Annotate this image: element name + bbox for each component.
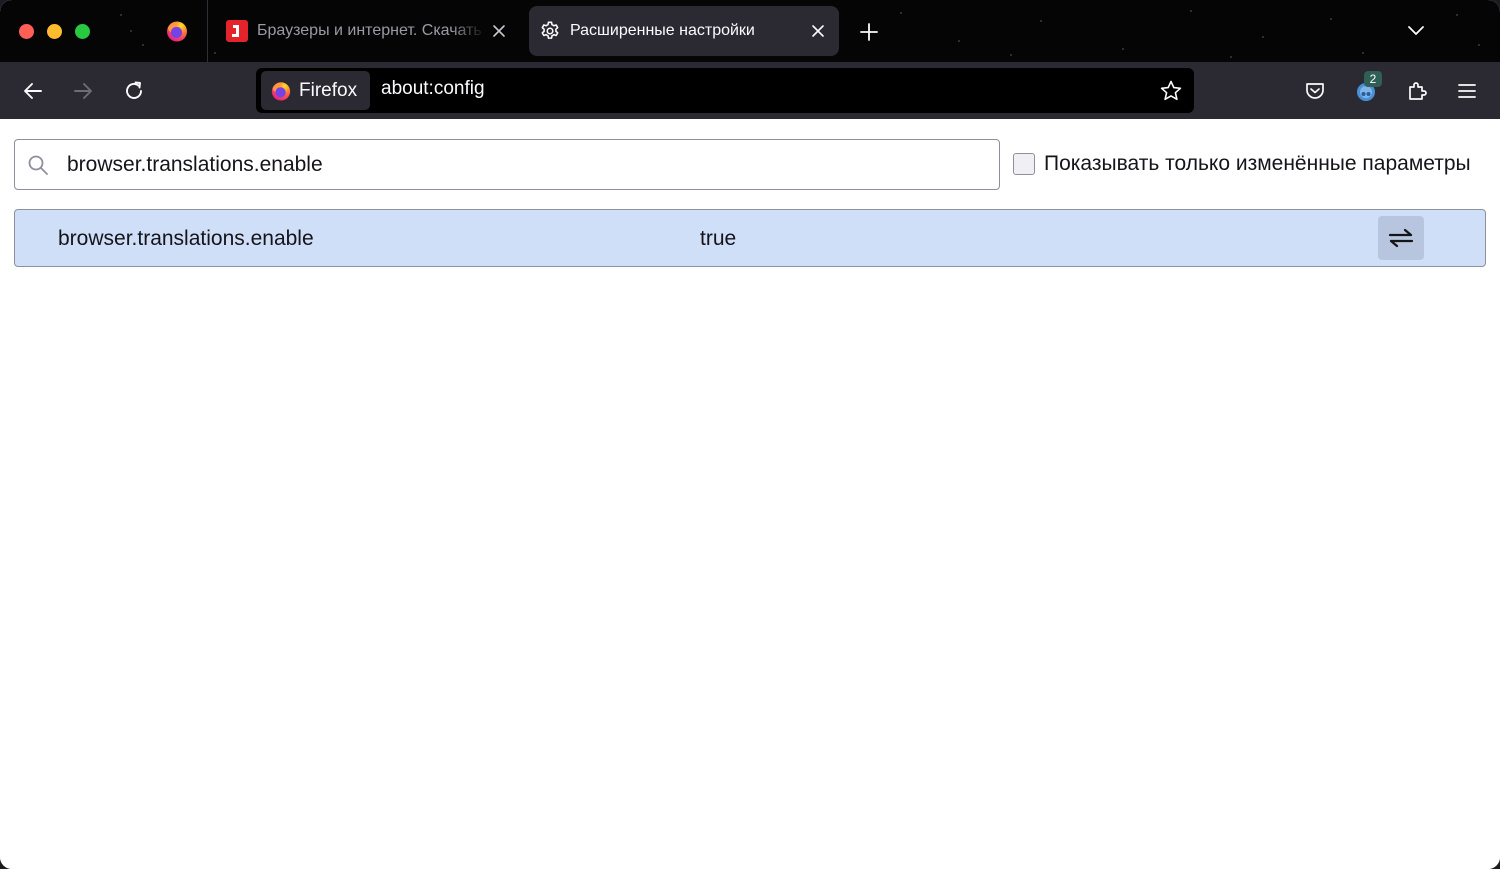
pref-row[interactable]: browser.translations.enable true xyxy=(14,209,1486,267)
plus-icon xyxy=(860,23,878,41)
window-minimize-button[interactable] xyxy=(47,24,62,39)
arrow-left-icon xyxy=(24,83,42,99)
tab-title: Браузеры и интернет. Скачать xyxy=(257,22,482,39)
window-maximize-button[interactable] xyxy=(75,24,90,39)
hamburger-menu-icon xyxy=(1458,84,1476,98)
addon-badge: 2 xyxy=(1364,71,1382,87)
extensions-button[interactable] xyxy=(1400,74,1434,108)
site-favicon-icon xyxy=(226,20,248,42)
close-icon[interactable] xyxy=(805,18,831,44)
search-value: browser.translations.enable xyxy=(67,153,323,176)
back-button[interactable] xyxy=(16,74,50,108)
forward-button[interactable] xyxy=(66,74,100,108)
url-input[interactable]: about:config xyxy=(381,78,485,100)
pocket-icon xyxy=(1306,83,1324,99)
tab-separator xyxy=(207,0,208,62)
tab-strip: Браузеры и интернет. Скачать Расширенные… xyxy=(0,0,1500,62)
star-icon xyxy=(1160,80,1182,101)
bookmark-star-button[interactable] xyxy=(1155,75,1187,107)
chevron-down-icon xyxy=(1408,26,1424,35)
pref-search-input[interactable]: browser.translations.enable xyxy=(14,139,1000,190)
show-modified-label[interactable]: Показывать только изменённые параметры xyxy=(1044,152,1471,176)
pocket-button[interactable] xyxy=(1298,74,1332,108)
identity-label: Firefox xyxy=(299,79,358,101)
toggle-button[interactable] xyxy=(1378,216,1424,260)
pref-value: true xyxy=(700,227,737,250)
tab-title: Расширенные настройки xyxy=(570,22,755,39)
pref-name: browser.translations.enable xyxy=(58,227,314,250)
show-modified-checkbox[interactable] xyxy=(1013,153,1035,175)
reload-button[interactable] xyxy=(117,74,151,108)
window-close-button[interactable] xyxy=(19,24,34,39)
firefox-logo-icon xyxy=(167,21,187,42)
list-all-tabs-button[interactable] xyxy=(1400,16,1432,46)
arrow-right-icon xyxy=(74,83,92,99)
puzzle-icon xyxy=(1409,82,1427,100)
about-config-page: browser.translations.enable Показывать т… xyxy=(0,119,1500,869)
firefox-logo-icon xyxy=(271,81,291,101)
close-icon[interactable] xyxy=(486,18,512,44)
reload-icon xyxy=(126,81,142,99)
gear-icon xyxy=(539,20,561,42)
browser-window: Браузеры и интернет. Скачать Расширенные… xyxy=(0,0,1500,869)
toggle-arrows-icon xyxy=(1388,228,1414,248)
identity-box[interactable]: Firefox xyxy=(261,71,370,110)
tab-advanced-settings[interactable]: Расширенные настройки xyxy=(529,6,839,56)
tab-browsers[interactable]: Браузеры и интернет. Скачать xyxy=(216,6,520,56)
app-menu-button[interactable] xyxy=(1450,74,1484,108)
new-tab-button[interactable] xyxy=(853,16,885,48)
pinned-tab-firefox[interactable] xyxy=(158,14,196,48)
search-icon xyxy=(28,155,48,175)
